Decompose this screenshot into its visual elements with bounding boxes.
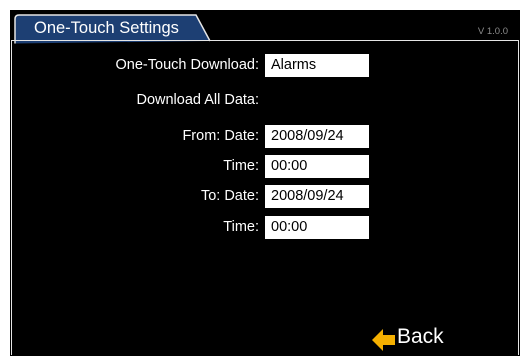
back-label: Back	[397, 325, 444, 348]
tab-title: One-Touch Settings	[34, 19, 179, 37]
from-date-label: From: Date:	[182, 128, 259, 144]
from-time-field[interactable]: 00:00	[265, 155, 369, 178]
one-touch-download-label: One-Touch Download:	[115, 57, 259, 73]
left-arrow-icon	[372, 329, 395, 351]
from-time-label: Time:	[223, 158, 259, 174]
version-label: V 1.0.0	[477, 26, 508, 37]
download-all-data-label: Download All Data:	[136, 92, 259, 108]
to-time-field[interactable]: 00:00	[265, 216, 369, 239]
settings-panel: One-Touch Download: Alarms Download All …	[11, 40, 519, 355]
from-date-field[interactable]: 2008/09/24	[265, 125, 369, 148]
to-time-label: Time:	[223, 219, 259, 235]
one-touch-settings-screen: One-Touch Settings V 1.0.0 One-Touch Dow…	[10, 10, 520, 356]
to-date-label: To: Date:	[200, 188, 259, 204]
back-button[interactable]: Back	[370, 324, 454, 354]
one-touch-download-field[interactable]: Alarms	[265, 54, 369, 77]
to-date-field[interactable]: 2008/09/24	[265, 185, 369, 208]
